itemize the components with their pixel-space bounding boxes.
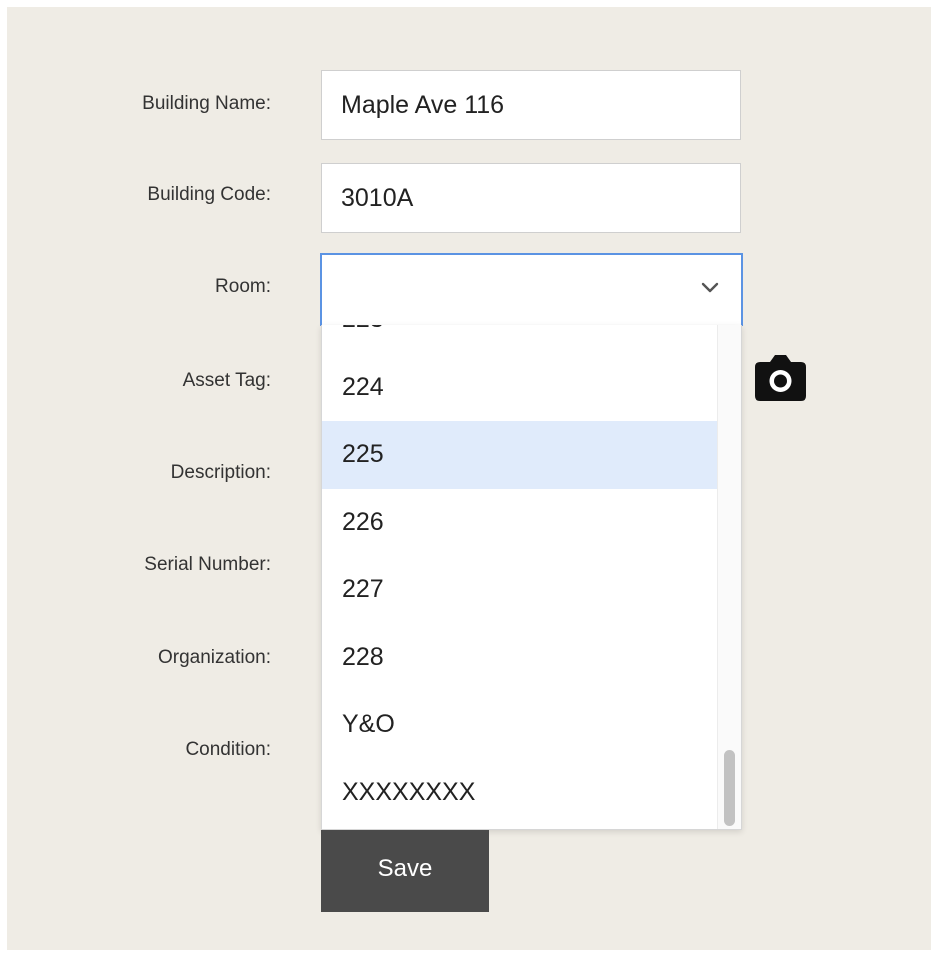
building-code-label: Building Code: (147, 184, 271, 205)
condition-label: Condition: (185, 739, 271, 760)
room-option[interactable]: 227 (322, 556, 718, 624)
room-option[interactable]: 223 (322, 325, 718, 354)
room-dropdown-list[interactable]: 223 224 225 226 227 228 Y&O XXXXXXXX (321, 325, 742, 830)
organization-label: Organization: (157, 647, 271, 668)
building-code-input[interactable]: 3010A (321, 163, 741, 233)
building-name-input[interactable]: Maple Ave 116 (321, 70, 741, 140)
room-option[interactable]: XXXXXXXX (322, 759, 718, 827)
room-options: 223 224 225 226 227 228 Y&O XXXXXXXX (322, 325, 718, 826)
serial-number-label: Serial Number: (144, 554, 271, 575)
building-name-label: Building Name: (142, 93, 271, 114)
camera-icon[interactable] (754, 354, 807, 402)
room-select[interactable] (320, 253, 743, 326)
scrollbar-thumb[interactable] (724, 750, 735, 826)
room-option[interactable]: 228 (322, 624, 718, 692)
save-button[interactable]: Save (321, 830, 489, 912)
room-option[interactable]: 226 (322, 489, 718, 557)
room-option[interactable]: Y&O (322, 691, 718, 759)
room-option[interactable]: 224 (322, 354, 718, 422)
description-label: Description: (170, 462, 271, 483)
room-label: Room: (215, 276, 271, 297)
dropdown-scrollbar[interactable] (717, 325, 741, 829)
room-option-highlighted[interactable]: 225 (322, 421, 718, 489)
chevron-down-icon (701, 282, 719, 293)
asset-tag-label: Asset Tag: (182, 370, 271, 391)
